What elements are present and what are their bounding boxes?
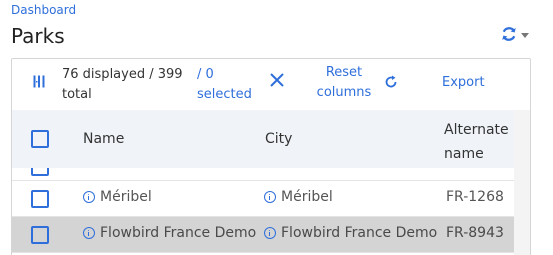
row-checkbox[interactable] — [31, 190, 49, 208]
parks-table: Name City Alternate name Méribel Méribel… — [12, 110, 514, 253]
row-checkbox[interactable] — [31, 226, 49, 244]
city-text: Méribel — [281, 189, 333, 205]
page-title: Parks — [11, 24, 65, 48]
table-row[interactable] — [12, 168, 514, 181]
close-icon[interactable] — [269, 72, 287, 90]
column-header-name[interactable]: Name — [83, 131, 124, 147]
select-all-checkbox[interactable] — [31, 130, 49, 148]
column-header-alternate-name[interactable]: Alternate name — [444, 118, 514, 166]
table-header: Name City Alternate name — [12, 110, 514, 168]
row-checkbox[interactable] — [31, 168, 49, 176]
displayed-count: 76 displayed / 399 total — [62, 67, 183, 102]
name-text: Méribel — [100, 189, 152, 205]
info-icon[interactable] — [264, 227, 276, 239]
table-row[interactable]: Flowbird France Demo Flowbird France Dem… — [12, 217, 514, 253]
cell-city[interactable]: Flowbird France Demo — [264, 225, 437, 241]
info-icon[interactable] — [83, 227, 95, 239]
info-icon[interactable] — [264, 191, 276, 203]
grid-toolbar: 76 displayed / 399 total / 0 selected Re… — [12, 59, 530, 110]
columns-icon[interactable] — [33, 75, 45, 95]
refresh-menu-button[interactable] — [500, 25, 529, 43]
column-header-city[interactable]: City — [265, 131, 292, 147]
selected-count[interactable]: / 0 selected — [197, 65, 262, 105]
city-text: Flowbird France Demo — [281, 225, 438, 241]
cell-alternate-name: FR-1268 — [446, 189, 504, 205]
info-icon[interactable] — [83, 191, 95, 203]
chevron-down-icon — [521, 32, 529, 38]
reset-columns-button[interactable]: Reset columns — [312, 63, 376, 103]
vertical-scrollbar[interactable] — [514, 110, 530, 255]
name-text: Flowbird France Demo — [100, 225, 257, 241]
sync-icon — [502, 27, 516, 41]
table-row[interactable]: Méribel Méribel FR-1268 — [12, 181, 514, 217]
cell-name[interactable]: Flowbird France Demo — [83, 225, 256, 241]
breadcrumb[interactable]: Dashboard — [11, 3, 76, 17]
export-button[interactable]: Export — [442, 73, 485, 93]
cell-name[interactable]: Méribel — [83, 189, 152, 205]
reset-icon[interactable] — [384, 75, 398, 96]
cell-city[interactable]: Méribel — [264, 189, 333, 205]
cell-alternate-name: FR-8943 — [446, 225, 504, 241]
parks-grid-panel: 76 displayed / 399 total / 0 selected Re… — [11, 58, 531, 255]
